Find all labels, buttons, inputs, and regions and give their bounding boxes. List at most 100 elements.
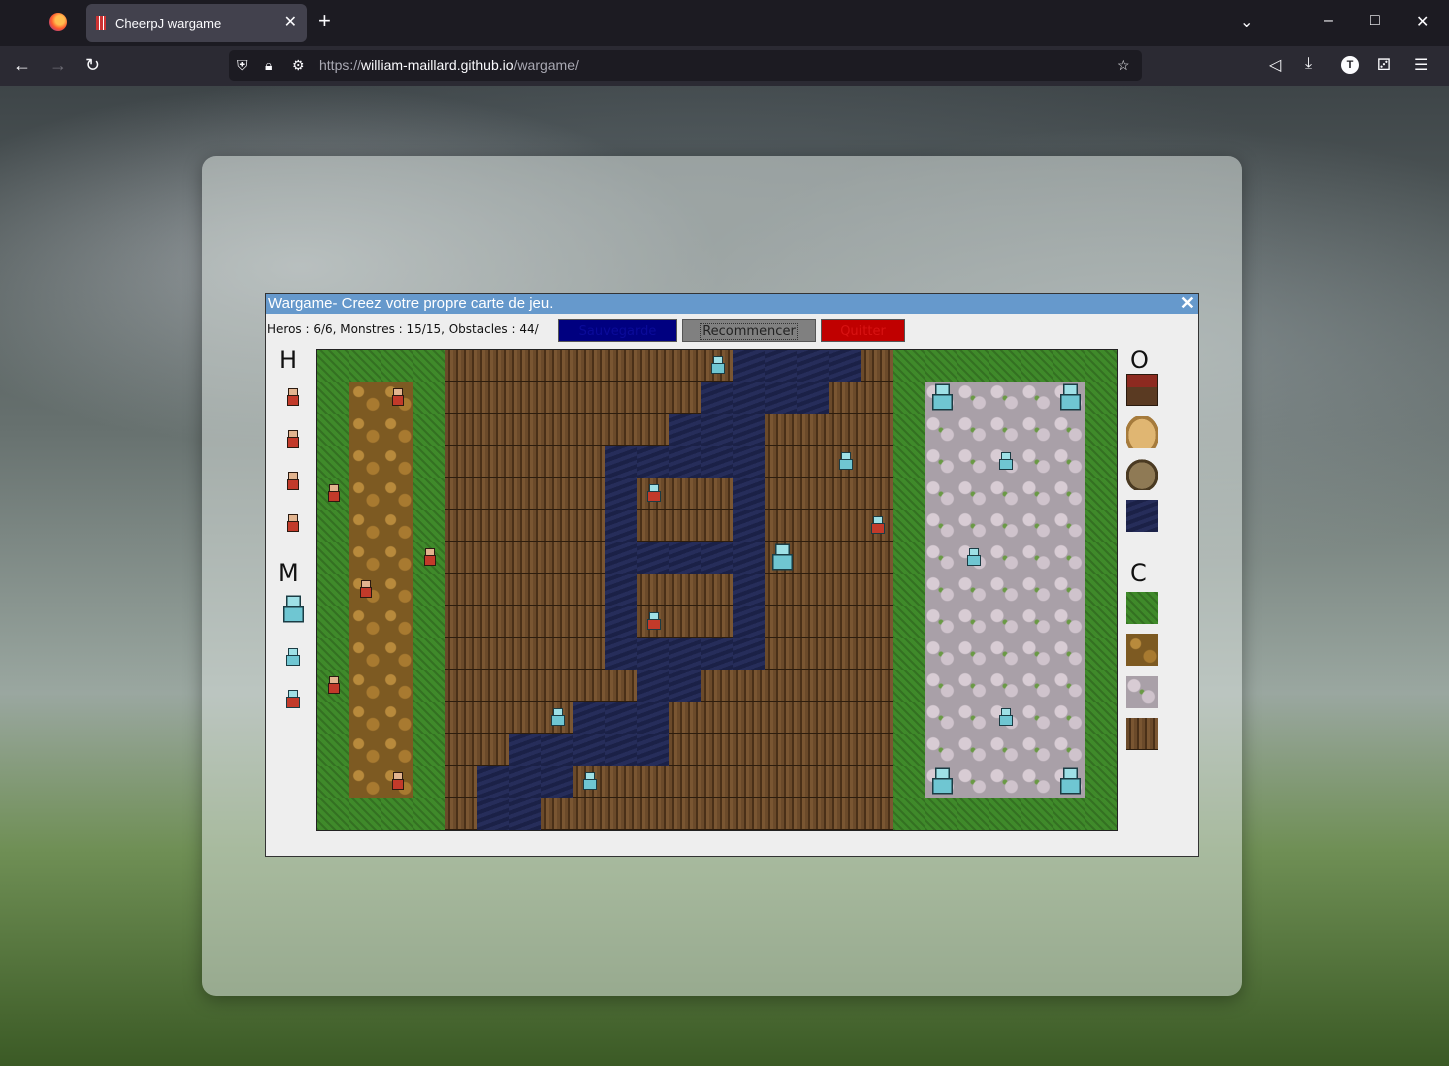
map-tile[interactable] (509, 382, 541, 414)
map-tile[interactable] (925, 510, 957, 542)
map-tile[interactable] (1053, 414, 1085, 446)
restart-button[interactable]: Recommencer (682, 319, 816, 342)
sack-icon[interactable] (1126, 416, 1158, 448)
map-tile[interactable] (509, 702, 541, 734)
hero-palette-3[interactable] (284, 472, 300, 490)
map-tile[interactable] (957, 446, 989, 478)
map-tile[interactable] (893, 734, 925, 766)
map-tile[interactable] (733, 350, 765, 382)
map-tile[interactable] (829, 414, 861, 446)
map-tile[interactable] (541, 542, 573, 574)
map-tile[interactable] (989, 670, 1021, 702)
monster-unit[interactable] (929, 383, 953, 411)
url-bar[interactable]: ⛨ 🔒︎ ⚙ https://william-maillard.github.i… (229, 50, 1142, 81)
map-tile[interactable] (1021, 670, 1053, 702)
map-tile[interactable] (765, 446, 797, 478)
map-tile[interactable] (669, 702, 701, 734)
chest-icon[interactable] (1126, 374, 1158, 406)
map-tile[interactable] (797, 766, 829, 798)
map-tile[interactable] (413, 734, 445, 766)
map-tile[interactable] (509, 766, 541, 798)
map-tile[interactable] (1053, 670, 1085, 702)
map-tile[interactable] (829, 478, 861, 510)
map-tile[interactable] (445, 702, 477, 734)
map-tile[interactable] (829, 606, 861, 638)
map-tile[interactable] (413, 478, 445, 510)
map-tile[interactable] (797, 510, 829, 542)
map-tile[interactable] (381, 734, 413, 766)
map-tile[interactable] (957, 702, 989, 734)
map-tile[interactable] (797, 350, 829, 382)
map-tile[interactable] (925, 734, 957, 766)
map-tile[interactable] (829, 382, 861, 414)
window-close-icon[interactable]: ✕ (1180, 293, 1195, 314)
map-tile[interactable] (701, 798, 733, 830)
map-tile[interactable] (893, 798, 925, 830)
map-tile[interactable] (1085, 798, 1117, 830)
map-tile[interactable] (765, 670, 797, 702)
map-tile[interactable] (701, 638, 733, 670)
monster-unit[interactable] (581, 772, 597, 790)
url-text[interactable]: https://william-maillard.github.io/warga… (319, 57, 579, 73)
rock-icon[interactable] (1126, 458, 1158, 490)
map-tile[interactable] (765, 766, 797, 798)
map-tile[interactable] (1053, 702, 1085, 734)
map-tile[interactable] (1085, 446, 1117, 478)
map-tile[interactable] (637, 670, 669, 702)
map-tile[interactable] (797, 446, 829, 478)
map-tile[interactable] (381, 414, 413, 446)
map-tile[interactable] (989, 542, 1021, 574)
map-tile[interactable] (733, 702, 765, 734)
map-tile[interactable] (477, 542, 509, 574)
map-tile[interactable] (605, 446, 637, 478)
map-tile[interactable] (573, 734, 605, 766)
map-tile[interactable] (317, 798, 349, 830)
map-tile[interactable] (381, 542, 413, 574)
map-tile[interactable] (1085, 638, 1117, 670)
map-tile[interactable] (701, 414, 733, 446)
map-tile[interactable] (541, 574, 573, 606)
bookmark-star-icon[interactable]: ☆ (1117, 57, 1130, 74)
map-tile[interactable] (701, 446, 733, 478)
map-tile[interactable] (317, 734, 349, 766)
map-tile[interactable] (989, 734, 1021, 766)
map-tile[interactable] (349, 414, 381, 446)
map-tile[interactable] (1053, 606, 1085, 638)
map-tile[interactable] (669, 478, 701, 510)
hero-unit[interactable] (325, 484, 341, 502)
map-tile[interactable] (477, 766, 509, 798)
map-tile[interactable] (925, 702, 957, 734)
map-tile[interactable] (1085, 574, 1117, 606)
map-tile[interactable] (317, 638, 349, 670)
monster-unit[interactable] (869, 516, 885, 534)
map-tile[interactable] (1021, 446, 1053, 478)
map-tile[interactable] (925, 574, 957, 606)
map-tile[interactable] (541, 510, 573, 542)
map-tile[interactable] (1085, 606, 1117, 638)
back-arrow-icon[interactable]: ← (13, 55, 31, 75)
firefox-logo-icon[interactable] (49, 13, 67, 31)
map-tile[interactable] (509, 446, 541, 478)
map-tile[interactable] (477, 606, 509, 638)
map-tile[interactable] (957, 478, 989, 510)
map-tile[interactable] (317, 350, 349, 382)
map-tile[interactable] (797, 798, 829, 830)
map-tile[interactable] (573, 382, 605, 414)
map-tile[interactable] (797, 414, 829, 446)
map-tile[interactable] (381, 350, 413, 382)
map-tile[interactable] (637, 702, 669, 734)
map-tile[interactable] (541, 734, 573, 766)
map-tile[interactable] (989, 414, 1021, 446)
map-tile[interactable] (573, 510, 605, 542)
map-tile[interactable] (893, 574, 925, 606)
map-tile[interactable] (829, 670, 861, 702)
map-tile[interactable] (669, 798, 701, 830)
map-tile[interactable] (1085, 766, 1117, 798)
map-tile[interactable] (541, 446, 573, 478)
map-tile[interactable] (605, 670, 637, 702)
monster-unit[interactable] (1057, 383, 1081, 411)
map-tile[interactable] (413, 638, 445, 670)
map-tile[interactable] (1053, 350, 1085, 382)
map-tile[interactable] (893, 478, 925, 510)
map-tile[interactable] (989, 350, 1021, 382)
